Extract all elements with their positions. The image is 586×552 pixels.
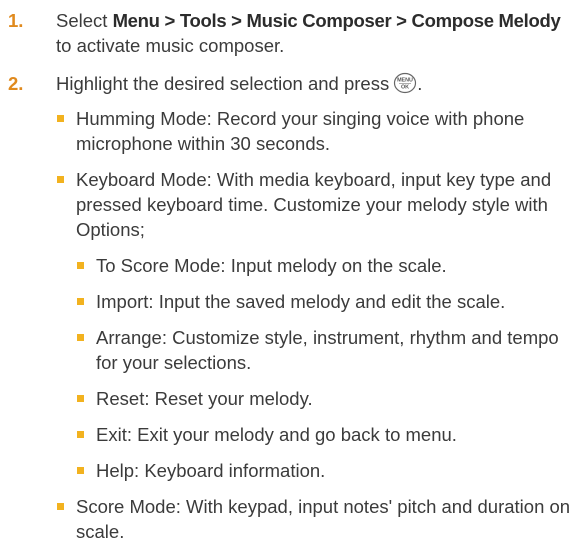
bullet-icon xyxy=(77,431,84,438)
step-text: Select Menu > Tools > Music Composer > C… xyxy=(56,8,576,58)
step-period: . xyxy=(417,73,423,94)
bullet-icon xyxy=(77,262,84,269)
list-item: Import: Input the saved melody and edit … xyxy=(76,289,576,314)
bullet-icon xyxy=(77,298,84,305)
menu-path: Menu > Tools > Music Composer > Compose … xyxy=(112,10,561,31)
bullet-icon xyxy=(57,503,64,510)
bullet-icon xyxy=(57,115,64,122)
bullet-text: Score Mode: With keypad, input notes' pi… xyxy=(76,496,571,542)
step-number: 2. xyxy=(8,73,24,94)
sub-bullet-text: Exit: Exit your melody and go back to me… xyxy=(96,424,457,445)
step-2: 2. Highlight the desired selection and p… xyxy=(8,71,576,544)
bullet-icon xyxy=(57,176,64,183)
step-1: 1. Select Menu > Tools > Music Composer … xyxy=(8,8,576,58)
bullet-icon xyxy=(77,334,84,341)
bullet-icon xyxy=(77,395,84,402)
step-number: 1. xyxy=(8,10,24,31)
list-item: Score Mode: With keypad, input notes' pi… xyxy=(56,494,576,544)
sub-bullet-text: To Score Mode: Input melody on the scale… xyxy=(96,255,447,276)
step-suffix: to activate music composer. xyxy=(56,35,285,56)
manual-page: 1. Select Menu > Tools > Music Composer … xyxy=(0,0,586,552)
step-instruction: Highlight the desired selection and pres… xyxy=(56,73,390,94)
list-item: Help: Keyboard information. xyxy=(76,458,576,483)
bullet-text: Humming Mode: Record your singing voice … xyxy=(76,108,525,154)
list-item: Exit: Exit your melody and go back to me… xyxy=(76,422,576,447)
bullet-icon xyxy=(77,467,84,474)
step-prefix: Select xyxy=(56,10,113,31)
bullet-text: Keyboard Mode: With media keyboard, inpu… xyxy=(76,169,552,240)
menu-ok-key-icon: MENU OK xyxy=(393,72,417,100)
list-item: Reset: Reset your melody. xyxy=(76,386,576,411)
list-item: Arrange: Customize style, instrument, rh… xyxy=(76,325,576,375)
sub-bullet-text: Help: Keyboard information. xyxy=(96,460,326,481)
key-label-bottom: OK xyxy=(401,84,409,90)
key-label-top: MENU xyxy=(397,78,413,84)
sub-bullet-text: Reset: Reset your melody. xyxy=(96,388,313,409)
step-content: Highlight the desired selection and pres… xyxy=(56,71,576,544)
list-item: To Score Mode: Input melody on the scale… xyxy=(76,253,576,278)
list-item: Humming Mode: Record your singing voice … xyxy=(56,106,576,156)
options-list: To Score Mode: Input melody on the scale… xyxy=(76,253,576,483)
mode-list: Humming Mode: Record your singing voice … xyxy=(56,106,576,544)
sub-bullet-text: Import: Input the saved melody and edit … xyxy=(96,291,506,312)
sub-bullet-text: Arrange: Customize style, instrument, rh… xyxy=(96,327,559,373)
list-item: Keyboard Mode: With media keyboard, inpu… xyxy=(56,167,576,483)
step-text: Highlight the desired selection and pres… xyxy=(56,71,576,100)
